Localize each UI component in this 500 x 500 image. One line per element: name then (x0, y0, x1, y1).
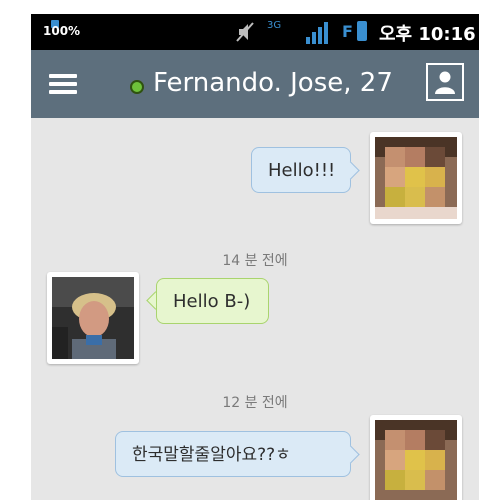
person-icon (435, 71, 455, 94)
message-text: Hello!!! (268, 160, 336, 181)
message-bubble-outgoing[interactable]: Hello!!! (251, 147, 351, 193)
message-text: 한국말할줄알아요??ㅎ (132, 445, 291, 465)
network-type: 3G (267, 20, 282, 31)
mute-icon (236, 22, 254, 42)
profile-button[interactable] (426, 63, 464, 101)
chat-header: Fernando. Jose, 27 (31, 50, 479, 118)
menu-icon[interactable] (49, 74, 77, 94)
battery-icon (357, 21, 367, 41)
message-list[interactable]: Hello!!! 14 분 전에 Hello B-) 12 분 전에 한국말할줄… (31, 118, 479, 500)
message-timestamp: 12 분 전에 (222, 395, 288, 411)
contact-name: Fernando. Jose, 27 (153, 68, 393, 98)
phone-screen: 100% 3G F 오후 10:16 Fernando. Jose, 27 He… (31, 14, 479, 500)
avatar-image (375, 137, 457, 219)
signal-icon (306, 22, 328, 44)
contact-avatar[interactable] (47, 272, 139, 364)
message-text: Hello B-) (173, 291, 251, 312)
carrier-label: F (342, 22, 353, 41)
avatar-image (375, 420, 457, 500)
clock: 오후 10:16 (379, 24, 476, 45)
message-bubble-incoming[interactable]: Hello B-) (156, 278, 269, 324)
status-bar: 100% 3G F 오후 10:16 (31, 14, 479, 50)
battery-percent: 100% (43, 24, 81, 38)
message-bubble-outgoing[interactable]: 한국말할줄알아요??ㅎ (115, 431, 351, 477)
online-status-icon (130, 80, 144, 94)
message-timestamp: 14 분 전에 (222, 253, 288, 269)
avatar-image (52, 277, 134, 359)
my-avatar[interactable] (370, 415, 462, 500)
my-avatar[interactable] (370, 132, 462, 224)
